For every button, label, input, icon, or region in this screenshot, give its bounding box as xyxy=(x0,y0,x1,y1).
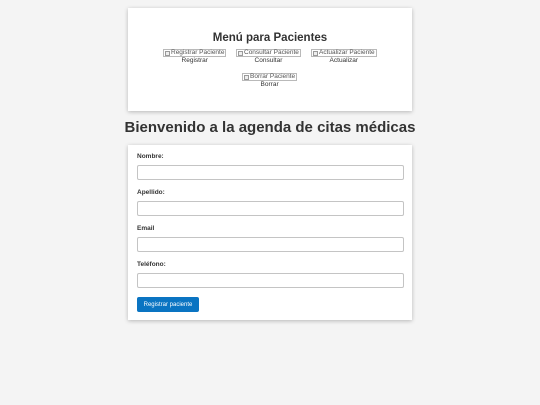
broken-image-glyph-icon xyxy=(165,50,170,56)
patient-registration-form: Nombre: Apellido: Email Teléfono: Regist… xyxy=(128,145,412,320)
menu-item-label[interactable]: Actualizar xyxy=(330,57,359,65)
nombre-input[interactable] xyxy=(137,165,404,180)
apellido-input[interactable] xyxy=(137,201,404,216)
telefono-input[interactable] xyxy=(137,273,404,288)
menu-item-registrar[interactable]: Registrar Paciente Registrar xyxy=(163,49,227,65)
menu-item-consultar[interactable]: Consultar Paciente Consultar xyxy=(236,49,301,65)
apellido-label: Apellido: xyxy=(137,189,165,196)
patient-menu-card: Menú para Pacientes Registrar Paciente R… xyxy=(128,8,412,111)
broken-image-icon[interactable]: Actualizar Paciente xyxy=(311,49,377,57)
image-alt-text: Consultar Paciente xyxy=(244,49,299,56)
email-label: Email xyxy=(137,225,155,232)
image-alt-text: Borrar Paciente xyxy=(250,73,296,80)
broken-image-glyph-icon xyxy=(238,50,243,56)
telefono-label: Teléfono: xyxy=(137,261,166,268)
nombre-label: Nombre: xyxy=(137,153,164,160)
broken-image-icon[interactable]: Registrar Paciente xyxy=(163,49,227,57)
menu-item-label[interactable]: Consultar xyxy=(255,57,283,65)
broken-image-icon[interactable]: Borrar Paciente xyxy=(242,73,298,81)
image-alt-text: Actualizar Paciente xyxy=(319,49,375,56)
register-patient-button[interactable]: Registrar paciente xyxy=(137,297,199,312)
menu-title: Menú para Pacientes xyxy=(212,32,328,44)
broken-image-glyph-icon xyxy=(244,74,249,80)
email-input[interactable] xyxy=(137,237,404,252)
menu-item-borrar[interactable]: Borrar Paciente Borrar xyxy=(242,73,298,89)
broken-image-icon[interactable]: Consultar Paciente xyxy=(236,49,301,57)
image-alt-text: Registrar Paciente xyxy=(171,49,225,56)
menu-item-label[interactable]: Registrar xyxy=(182,57,208,65)
broken-image-glyph-icon xyxy=(313,50,318,56)
menu-item-label[interactable]: Borrar xyxy=(261,81,279,89)
menu-item-actualizar[interactable]: Actualizar Paciente Actualizar xyxy=(311,49,377,65)
page-title: Bienvenido a la agenda de citas médicas xyxy=(124,119,416,136)
